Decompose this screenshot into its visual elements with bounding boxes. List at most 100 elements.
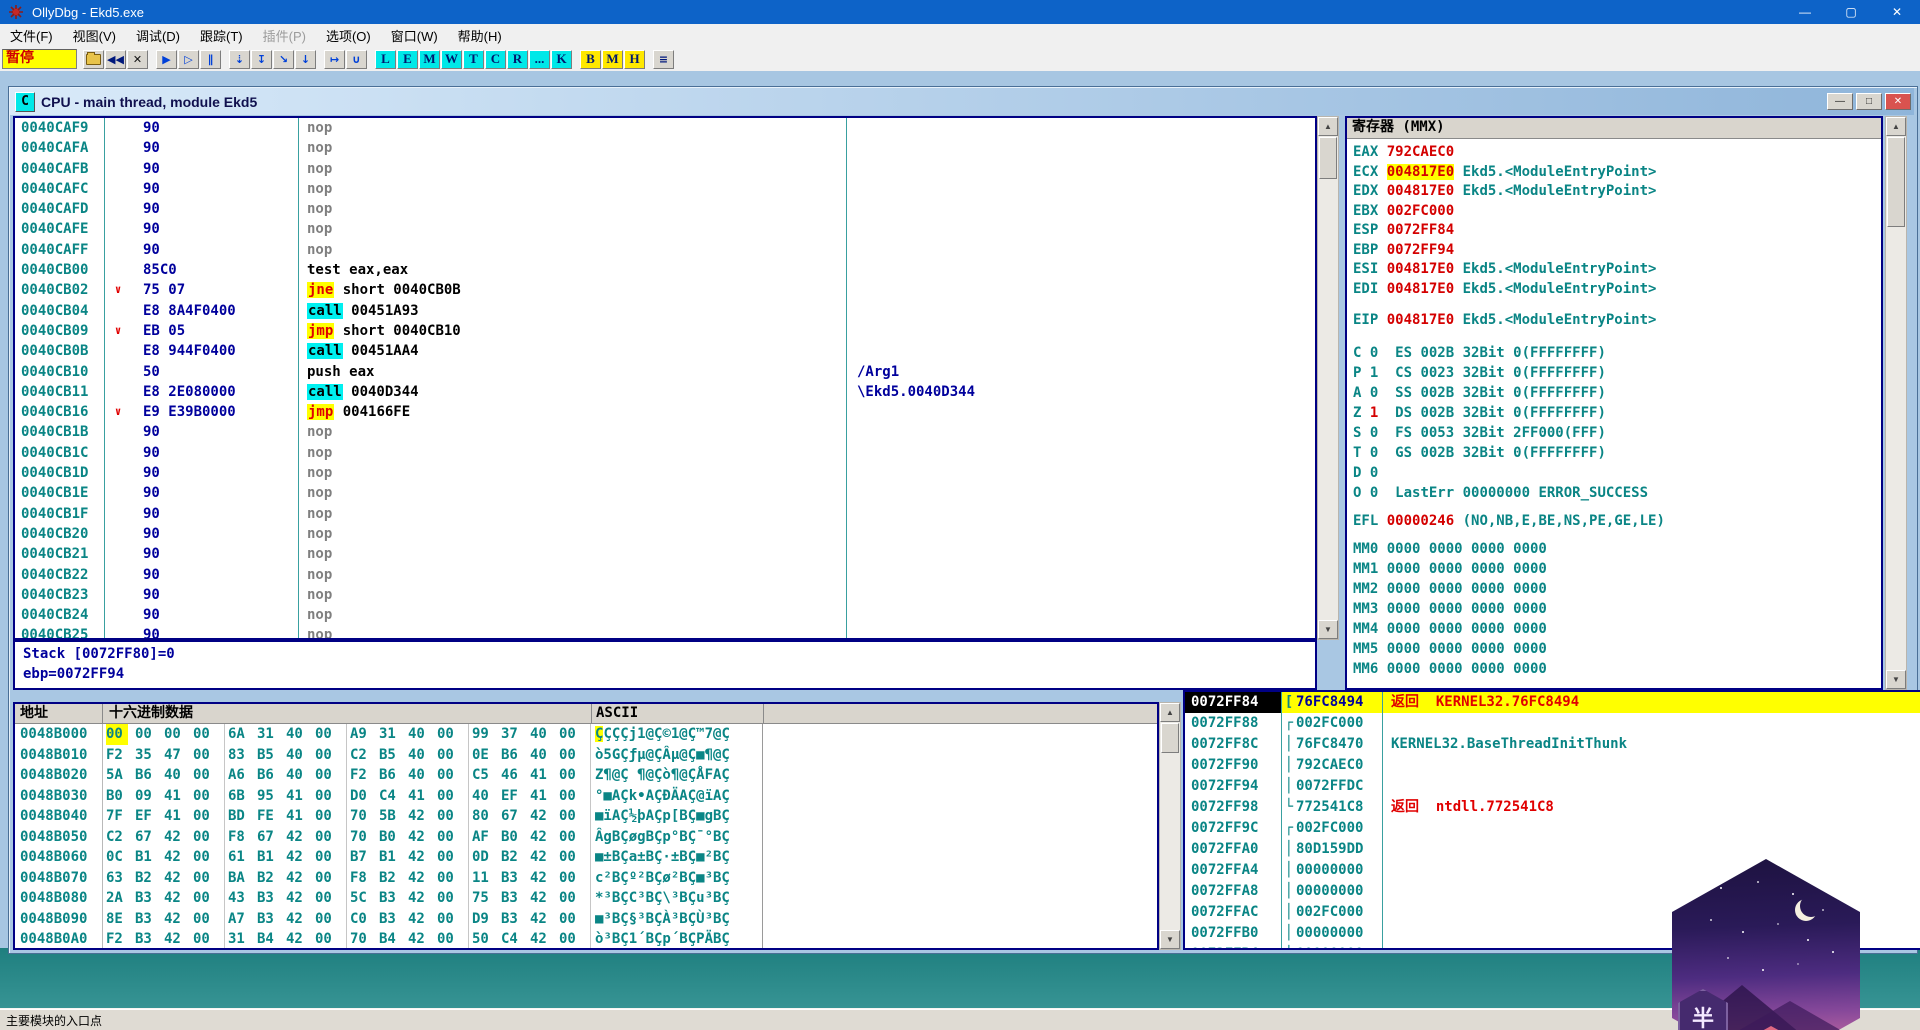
dump-row[interactable]: 0048B07063B24200BAB24200F8B2420011B34200… (15, 868, 1157, 889)
disassembly-row[interactable]: 0040CAFD90nop (15, 199, 1315, 219)
dump-row[interactable]: 0048B0600CB1420061B14200B7B142000DB24200… (15, 847, 1157, 868)
disassembly-row[interactable]: 0040CB2490nop (15, 605, 1315, 625)
disassembly-row[interactable]: 0040CB1D90nop (15, 463, 1315, 483)
stack-row[interactable]: 0072FFB4│00000000 (1185, 944, 1920, 950)
scroll-thumb[interactable] (1319, 137, 1337, 179)
scroll-down-icon[interactable]: ▼ (1886, 670, 1906, 689)
disassembly-row[interactable]: 0040CB02∨75 07jne short 0040CB0B (15, 280, 1315, 300)
menu-item[interactable]: 跟踪(T) (190, 23, 253, 48)
disassembly-row[interactable]: 0040CB16∨E9 E39B0000jmp 004166FE (15, 402, 1315, 422)
execute-till-user-code-button[interactable]: ∪ (346, 50, 367, 69)
stack-pane[interactable]: 0072FF84[76FC8494返回 KERNEL32.76FC8494007… (1183, 690, 1920, 950)
flag-row[interactable]: D 0 (1353, 463, 1881, 483)
dump-row[interactable]: 0048B0908EB34200A7B34200C0B34200D9B34200… (15, 909, 1157, 930)
menu-item[interactable]: 调试(D) (126, 23, 190, 48)
register-row[interactable]: ECX 004817E0 Ekd5.<ModuleEntryPoint> (1353, 163, 1881, 183)
close-button[interactable]: ✕ (1874, 0, 1920, 24)
menu-item[interactable]: 视图(V) (63, 23, 126, 48)
stack-row[interactable]: 0072FFB0│00000000 (1185, 923, 1920, 944)
flag-row[interactable]: O 0 LastErr 00000000 ERROR_SUCCESS (1353, 483, 1881, 503)
execute-till-return-button[interactable]: ↦ (324, 50, 345, 69)
scroll-down-icon[interactable]: ▼ (1160, 930, 1180, 949)
disassembly-row[interactable]: 0040CAFC90nop (15, 179, 1315, 199)
menu-item[interactable]: 选项(O) (316, 23, 381, 48)
disassembly-row[interactable]: 0040CB1B90nop (15, 422, 1315, 442)
minimize-button[interactable]: — (1782, 0, 1828, 24)
dump-row[interactable]: 0048B010F235470083B54000C2B540000EB64000… (15, 745, 1157, 766)
cpu-minimize-button[interactable]: — (1827, 93, 1853, 110)
flag-row[interactable]: C 0 ES 002B 32Bit 0(FFFFFFFF) (1353, 343, 1881, 363)
step-over-button[interactable]: ↧ (251, 50, 272, 69)
pause-button[interactable]: ∥ (200, 50, 221, 69)
windows-panel-button[interactable]: W (441, 50, 462, 69)
disassembly-scrollbar[interactable]: ▲ ▼ (1317, 116, 1339, 640)
scroll-up-icon[interactable]: ▲ (1160, 703, 1180, 722)
handles-panel-button[interactable]: H (624, 50, 645, 69)
mm-register-row[interactable]: MM5 0000 0000 0000 0000 (1353, 639, 1881, 659)
flag-row[interactable]: P 1 CS 0023 32Bit 0(FFFFFFFF) (1353, 363, 1881, 383)
register-row[interactable]: ESP 0072FF84 (1353, 221, 1881, 241)
disassembly-row[interactable]: 0040CB2190nop (15, 544, 1315, 564)
close-program-button[interactable]: ✕ (127, 50, 148, 69)
scroll-down-icon[interactable]: ▼ (1318, 620, 1338, 639)
cpu-panel-button[interactable]: C (485, 50, 506, 69)
register-row[interactable]: EIP 004817E0 Ekd5.<ModuleEntryPoint> (1353, 311, 1881, 331)
mm-register-row[interactable]: MM6 0000 0000 0000 0000 (1353, 659, 1881, 679)
dump-row[interactable]: 0048B030B00941006B954100D0C4410040EF4100… (15, 786, 1157, 807)
threads-panel-button[interactable]: T (463, 50, 484, 69)
breakpoints-panel-button[interactable]: B (580, 50, 601, 69)
menu-item[interactable]: 帮助(H) (448, 23, 512, 48)
options-button[interactable]: ≡ (653, 50, 674, 69)
stack-row[interactable]: 0072FF98└772541C8返回 ntdll.772541C8 (1185, 797, 1920, 818)
disassembly-row[interactable]: 0040CB2590nop (15, 625, 1315, 640)
log-panel-button[interactable]: L (375, 50, 396, 69)
memory-panel-button[interactable]: M (419, 50, 440, 69)
scroll-thumb[interactable] (1161, 723, 1179, 753)
disassembly-row[interactable]: 0040CB11E8 2E080000call 0040D344\Ekd5.00… (15, 382, 1315, 402)
call-stack-panel-button[interactable]: K (551, 50, 572, 69)
dump-row[interactable]: 0048B0802AB3420043B342005CB3420075B34200… (15, 888, 1157, 909)
dump-row[interactable]: 0048B0A0F2B3420031B4420070B4420050C44200… (15, 929, 1157, 950)
register-row[interactable]: EBP 0072FF94 (1353, 241, 1881, 261)
stack-row[interactable]: 0072FF88┌002FC000 (1185, 713, 1920, 734)
dump-row[interactable]: 0048B0205AB64000A6B64000F2B64000C5464100… (15, 765, 1157, 786)
disassembly-row[interactable]: 0040CB1C90nop (15, 443, 1315, 463)
dump-row[interactable]: 0048B000000000006A314000A931400099374000… (15, 724, 1157, 745)
stack-row[interactable]: 0072FFA0│80D159DD (1185, 839, 1920, 860)
stack-row[interactable]: 0072FFAC│002FC000 (1185, 902, 1920, 923)
scroll-thumb[interactable] (1887, 137, 1905, 227)
menu-item[interactable]: 窗口(W) (381, 23, 448, 48)
run-trace-button[interactable]: ▷ (178, 50, 199, 69)
restart-button[interactable]: ◀◀ (105, 50, 126, 69)
references-panel-button[interactable]: R (507, 50, 528, 69)
animate-over-button[interactable]: ↓ (295, 50, 316, 69)
scroll-up-icon[interactable]: ▲ (1886, 117, 1906, 136)
dump-scrollbar[interactable]: ▲ ▼ (1159, 702, 1181, 950)
cpu-title-bar[interactable]: C CPU - main thread, module Ekd5 — □ ✕ (10, 88, 1914, 115)
disassembly-row[interactable]: 0040CB0085C0test eax,eax (15, 260, 1315, 280)
menu-item[interactable]: 插件(P) (253, 23, 316, 48)
register-row[interactable]: EDI 004817E0 Ekd5.<ModuleEntryPoint> (1353, 280, 1881, 300)
cpu-maximize-button[interactable]: □ (1856, 93, 1882, 110)
registers-pane[interactable]: 寄存器 (MMX) EAX 792CAEC0ECX 004817E0 Ekd5.… (1345, 116, 1883, 690)
disassembly-row[interactable]: 0040CAF990nop (15, 118, 1315, 138)
memory-dump-pane[interactable]: 地址 十六进制数据 ASCII 0048B000000000006A314000… (13, 702, 1159, 950)
mm-register-row[interactable]: MM2 0000 0000 0000 0000 (1353, 579, 1881, 599)
disassembly-row[interactable]: 0040CB2290nop (15, 565, 1315, 585)
scroll-up-icon[interactable]: ▲ (1318, 117, 1338, 136)
disassembly-row[interactable]: 0040CAFB90nop (15, 159, 1315, 179)
disassembly-row[interactable]: 0040CB09∨EB 05jmp short 0040CB10 (15, 321, 1315, 341)
stack-row[interactable]: 0072FF90│792CAEC0 (1185, 755, 1920, 776)
disassembly-row[interactable]: 0040CAFE90nop (15, 219, 1315, 239)
stack-row[interactable]: 0072FFA4│00000000 (1185, 860, 1920, 881)
mm-register-row[interactable]: MM0 0000 0000 0000 0000 (1353, 539, 1881, 559)
disassembly-row[interactable]: 0040CB2390nop (15, 585, 1315, 605)
flag-row[interactable]: Z 1 DS 002B 32Bit 0(FFFFFFFF) (1353, 403, 1881, 423)
disassembly-row[interactable]: 0040CB2090nop (15, 524, 1315, 544)
registers-scrollbar[interactable]: ▲ ▼ (1885, 116, 1907, 690)
mm-register-row[interactable]: MM3 0000 0000 0000 0000 (1353, 599, 1881, 619)
disassembly-row[interactable]: 0040CB1F90nop (15, 504, 1315, 524)
efl-row[interactable]: EFL 00000246 (NO,NB,E,BE,NS,PE,GE,LE) (1353, 511, 1881, 531)
step-into-button[interactable]: ⇣ (229, 50, 250, 69)
executables-panel-button[interactable]: E (397, 50, 418, 69)
